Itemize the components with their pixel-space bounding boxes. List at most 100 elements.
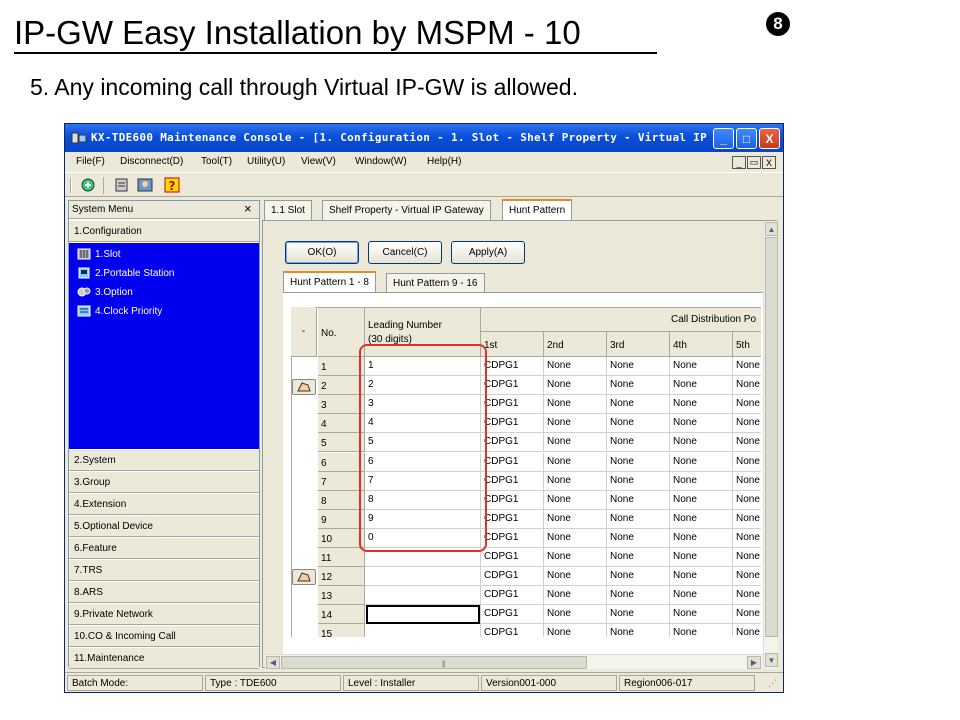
leading-number-cell[interactable] [365,586,481,606]
call-distribution-cell[interactable]: None [670,605,733,625]
call-distribution-cell[interactable]: None [544,509,607,529]
apply-button[interactable]: Apply(A) [451,241,525,264]
call-distribution-cell[interactable]: None [670,567,733,587]
call-distribution-cell[interactable]: None [544,395,607,415]
call-distribution-cell[interactable]: None [607,414,670,434]
call-distribution-cell[interactable]: None [670,376,733,396]
leading-number-edit-input[interactable] [366,605,480,625]
menu-help[interactable]: Help(H) [427,156,461,167]
call-distribution-cell[interactable]: None [733,567,761,587]
scroll-right-icon[interactable]: ▶ [747,656,761,669]
edit-row-1-icon[interactable] [292,379,316,395]
call-distribution-cell[interactable]: None [544,414,607,434]
call-distribution-cell[interactable]: CDPG1 [481,548,544,568]
call-distribution-cell[interactable]: None [607,586,670,606]
resize-grip-icon[interactable]: ⋰ [768,678,777,689]
call-distribution-cell[interactable]: CDPG1 [481,567,544,587]
call-distribution-cell[interactable]: None [607,605,670,625]
call-distribution-cell[interactable]: None [733,529,761,548]
call-distribution-cell[interactable]: None [544,567,607,587]
call-distribution-cell[interactable]: None [670,624,733,637]
call-distribution-cell[interactable]: None [607,490,670,510]
call-distribution-cell[interactable]: None [544,548,607,568]
horizontal-scrollbar[interactable]: ◀ ||| ▶ [265,654,763,669]
vertical-scroll-thumb[interactable] [765,237,778,637]
call-distribution-cell[interactable]: None [607,624,670,637]
minimize-button[interactable]: _ [713,128,734,149]
call-distribution-cell[interactable]: None [544,586,607,606]
tab-shelf-property[interactable]: Shelf Property - Virtual IP Gateway [322,200,491,220]
child-close-button[interactable]: X [762,156,776,169]
section-private-network[interactable]: 9.Private Network [69,603,259,625]
menu-file[interactable]: File(F) [76,156,105,167]
scroll-down-icon[interactable]: ▼ [765,653,778,667]
call-distribution-cell[interactable]: CDPG1 [481,490,544,510]
vertical-scrollbar[interactable]: ▲ ▼ [763,221,778,669]
child-restore-button[interactable]: ▭ [747,156,761,169]
call-distribution-cell[interactable]: CDPG1 [481,605,544,625]
menu-utility[interactable]: Utility(U) [247,156,285,167]
section-extension[interactable]: 4.Extension [69,493,259,515]
call-distribution-cell[interactable]: None [733,510,761,529]
leading-number-cell[interactable] [365,624,481,637]
call-distribution-cell[interactable]: None [670,395,733,415]
call-distribution-cell[interactable]: None [670,452,733,472]
call-distribution-cell[interactable]: None [670,548,733,568]
call-distribution-cell[interactable]: CDPG1 [481,586,544,606]
call-distribution-cell[interactable]: CDPG1 [481,452,544,472]
call-distribution-cell[interactable]: None [607,357,670,377]
call-distribution-cell[interactable]: None [607,548,670,568]
scroll-up-icon[interactable]: ▲ [765,222,778,236]
call-distribution-cell[interactable]: CDPG1 [481,624,544,637]
call-distribution-cell[interactable]: None [670,490,733,510]
cancel-button[interactable]: Cancel(C) [368,241,442,264]
leading-number-cell[interactable] [365,567,481,587]
call-distribution-cell[interactable]: None [544,605,607,625]
call-distribution-cell[interactable]: CDPG1 [481,357,544,377]
call-distribution-cell[interactable]: None [733,472,761,491]
call-distribution-cell[interactable]: None [670,357,733,377]
call-distribution-cell[interactable]: None [607,471,670,491]
call-distribution-cell[interactable]: None [670,509,733,529]
call-distribution-cell[interactable]: None [544,471,607,491]
section-group[interactable]: 3.Group [69,471,259,493]
call-distribution-cell[interactable]: None [733,376,761,396]
section-system[interactable]: 2.System [69,449,259,471]
menu-window[interactable]: Window(W) [355,156,407,167]
call-distribution-cell[interactable]: None [607,376,670,396]
call-distribution-cell[interactable]: None [670,433,733,453]
scroll-left-icon[interactable]: ◀ [266,656,280,669]
call-distribution-cell[interactable]: None [670,586,733,606]
call-distribution-cell[interactable]: None [607,509,670,529]
window-titlebar[interactable]: KX-TDE600 Maintenance Console - [1. Conf… [65,124,783,152]
help-icon[interactable]: ? [163,177,180,193]
section-optional-device[interactable]: 5.Optional Device [69,515,259,537]
forms-icon[interactable] [113,177,130,193]
call-distribution-cell[interactable]: CDPG1 [481,471,544,491]
menu-view[interactable]: View(V) [301,156,336,167]
system-menu-close-icon[interactable]: × [244,201,252,216]
call-distribution-cell[interactable]: CDPG1 [481,509,544,529]
call-distribution-cell[interactable]: None [733,586,761,606]
section-trs[interactable]: 7.TRS [69,559,259,581]
tab-slot[interactable]: 1.1 Slot [264,200,312,220]
call-distribution-cell[interactable]: None [544,357,607,377]
section-configuration[interactable]: 1.Configuration [69,220,259,242]
call-distribution-cell[interactable]: None [607,528,670,548]
call-distribution-cell[interactable]: None [733,624,761,637]
call-distribution-cell[interactable]: CDPG1 [481,414,544,434]
close-button[interactable]: X [759,128,780,149]
call-distribution-cell[interactable]: None [607,395,670,415]
call-distribution-cell[interactable]: CDPG1 [481,376,544,396]
section-feature[interactable]: 6.Feature [69,537,259,559]
wizard-icon[interactable] [79,177,96,193]
menu-disconnect[interactable]: Disconnect(D) [120,156,183,167]
call-distribution-cell[interactable]: None [607,567,670,587]
call-distribution-cell[interactable]: None [544,528,607,548]
subtab-hunt-pattern-9-16[interactable]: Hunt Pattern 9 - 16 [386,273,485,292]
user-icon[interactable] [136,177,153,193]
call-distribution-cell[interactable]: None [607,452,670,472]
call-distribution-cell[interactable]: None [544,490,607,510]
call-distribution-cell[interactable]: None [733,357,761,377]
call-distribution-cell[interactable]: None [733,395,761,415]
